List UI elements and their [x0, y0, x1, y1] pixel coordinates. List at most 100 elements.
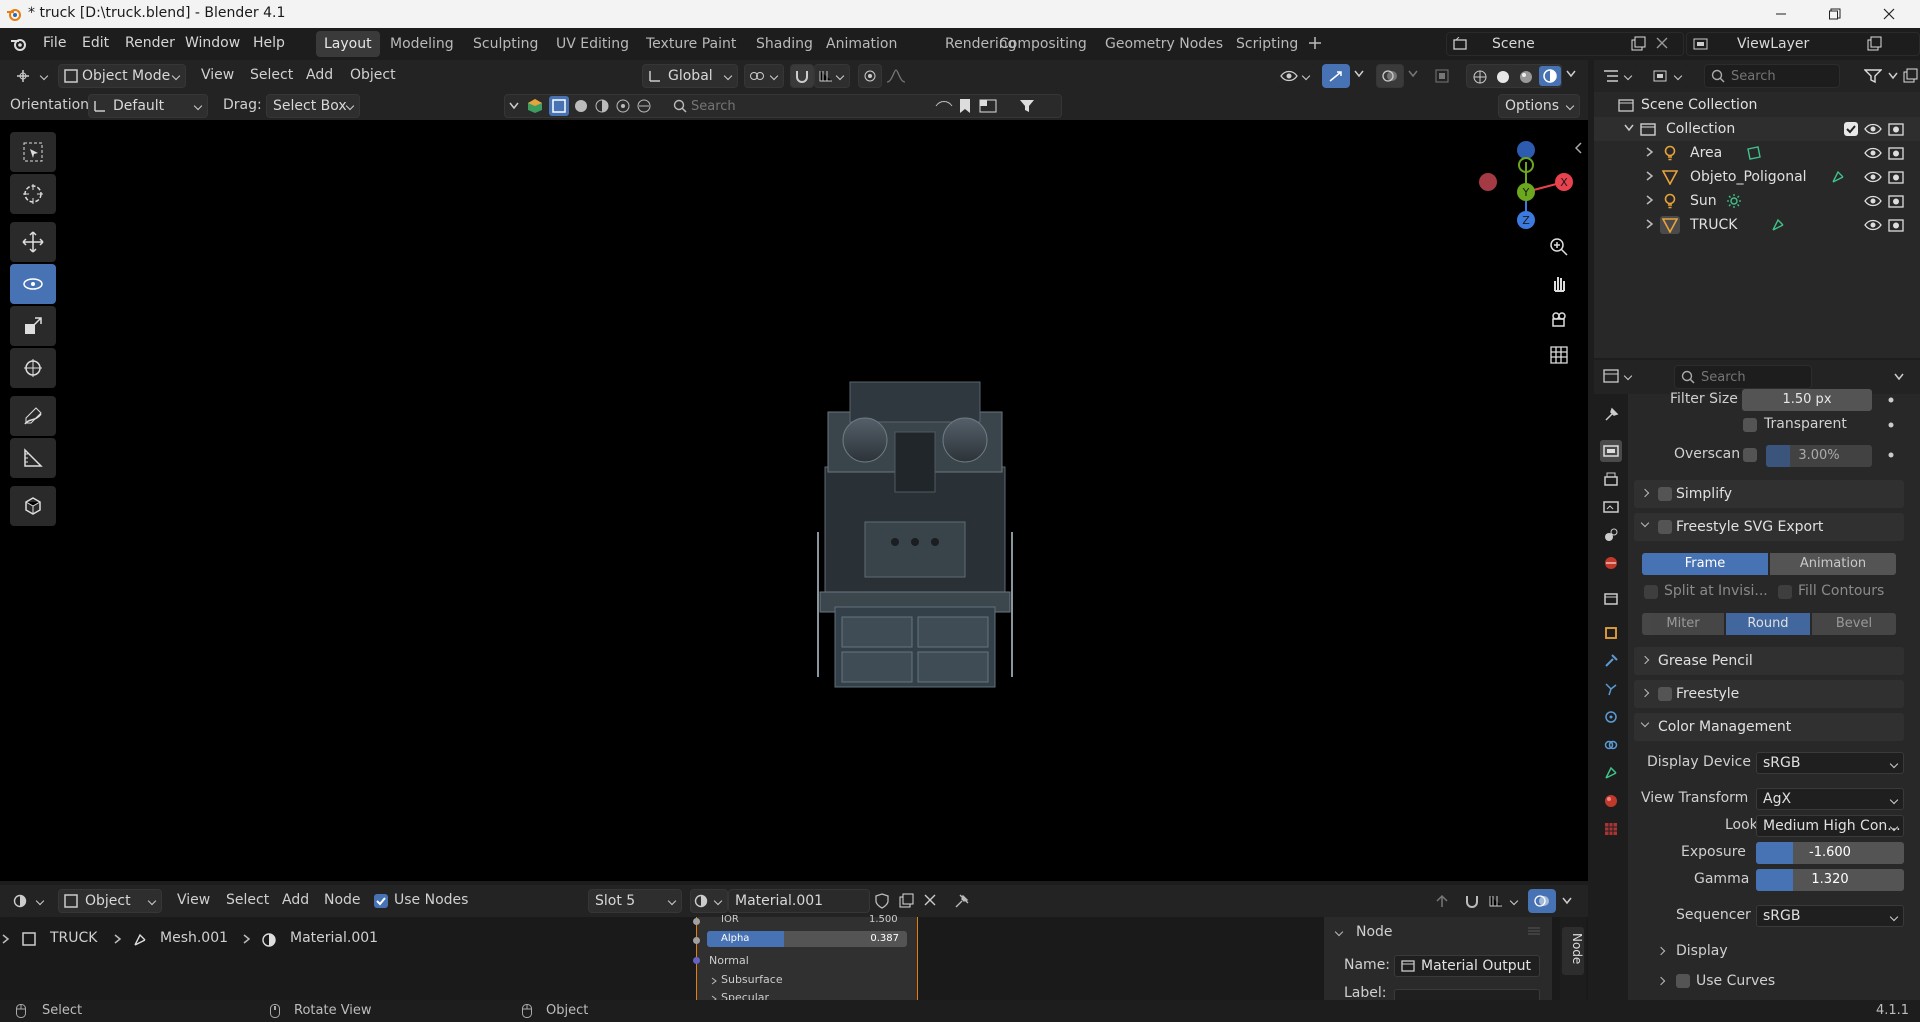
- cursor-tool[interactable]: [10, 174, 56, 214]
- close-window-button[interactable]: [1862, 0, 1916, 28]
- outliner-item-area[interactable]: Area: [1594, 141, 1920, 165]
- mesh-data-icon[interactable]: [1770, 217, 1786, 233]
- render-tab-icon[interactable]: [1600, 440, 1622, 462]
- properties-options-chevron-icon[interactable]: [1894, 373, 1904, 381]
- data-tab-icon[interactable]: [1600, 762, 1622, 784]
- filter-toggle-icon[interactable]: [935, 99, 953, 113]
- expand-chevron-icon[interactable]: [1646, 147, 1654, 157]
- breadcrumb-object[interactable]: TRUCK: [50, 930, 97, 946]
- expand-chevron-icon[interactable]: [1646, 195, 1654, 205]
- outliner-filter-icon[interactable]: [1864, 68, 1882, 84]
- blender-menu-icon[interactable]: [10, 36, 28, 52]
- properties-editor-type[interactable]: [1598, 364, 1638, 388]
- overscan-checkbox[interactable]: [1743, 448, 1757, 462]
- area-light-data-icon[interactable]: [1746, 145, 1762, 161]
- shading-sphere-2-icon[interactable]: [594, 98, 610, 114]
- shading-sphere-4-icon[interactable]: [636, 98, 652, 114]
- gamma-slider[interactable]: 1.320: [1756, 869, 1904, 891]
- view-layer-tab-icon[interactable]: [1600, 496, 1622, 518]
- ior-socket[interactable]: [693, 918, 700, 925]
- sun-light-data-icon[interactable]: [1726, 193, 1742, 209]
- menu-help[interactable]: Help: [253, 35, 285, 51]
- node-name-field[interactable]: Material Output: [1394, 955, 1540, 977]
- visibility-eye-icon[interactable]: [1864, 147, 1882, 159]
- pan-hand-icon[interactable]: [1544, 268, 1574, 298]
- wireframe-shading-icon[interactable]: [1472, 69, 1488, 85]
- rotate-tool[interactable]: [10, 264, 56, 304]
- object-mode-dropdown[interactable]: Object Mode: [58, 64, 186, 88]
- use-nodes-checkbox[interactable]: [374, 894, 388, 908]
- properties-search[interactable]: [1674, 365, 1812, 389]
- texture-tab-icon[interactable]: [1600, 818, 1622, 840]
- show-overlays-toggle[interactable]: [1376, 64, 1404, 88]
- viewport-menu-view[interactable]: View: [201, 67, 234, 83]
- material-browse-button[interactable]: [690, 889, 728, 913]
- new-scene-icon[interactable]: [1630, 36, 1646, 52]
- shading-sphere-1-icon[interactable]: [573, 98, 589, 114]
- filter-chevron-icon[interactable]: [509, 102, 519, 110]
- menu-file[interactable]: File: [43, 35, 66, 51]
- miter-toggle[interactable]: Miter: [1642, 613, 1724, 635]
- node-menu-select[interactable]: Select: [226, 892, 269, 908]
- funnel-filter-icon[interactable]: [1019, 98, 1035, 114]
- animation-toggle[interactable]: Animation: [1770, 553, 1896, 575]
- alpha-socket[interactable]: [693, 937, 700, 944]
- tab-animation[interactable]: Animation: [818, 31, 905, 57]
- constraints-tab-icon[interactable]: [1600, 734, 1622, 756]
- measure-tool[interactable]: [10, 438, 56, 478]
- subsurface-label[interactable]: Subsurface: [721, 973, 783, 986]
- scene-collection-row[interactable]: Scene Collection: [1594, 93, 1920, 117]
- tab-modeling[interactable]: Modeling: [382, 31, 462, 57]
- node-snap-icon[interactable]: [1464, 893, 1480, 909]
- menu-render[interactable]: Render: [125, 35, 175, 51]
- overlays-dropdown-icon[interactable]: [1408, 70, 1418, 78]
- solid-shading-icon[interactable]: [1495, 69, 1511, 85]
- move-tool[interactable]: [10, 222, 56, 262]
- physics-tab-icon[interactable]: [1600, 706, 1622, 728]
- object-tab-icon[interactable]: [1600, 622, 1622, 644]
- render-camera-icon[interactable]: [1888, 217, 1904, 233]
- shader-type-dropdown[interactable]: Object: [58, 889, 162, 913]
- world-tab-icon[interactable]: [1600, 552, 1622, 574]
- xray-toggle-icon[interactable]: [1434, 68, 1450, 84]
- tab-shading[interactable]: Shading: [748, 31, 821, 57]
- alpha-slider[interactable]: Alpha 0.387: [707, 931, 907, 947]
- use-curves-subpanel[interactable]: Use Curves: [1656, 970, 1904, 994]
- render-camera-icon[interactable]: [1888, 193, 1904, 209]
- exposure-slider[interactable]: -1.600: [1756, 842, 1904, 864]
- grease-pencil-section[interactable]: Grease Pencil: [1634, 647, 1904, 675]
- outliner-item-truck[interactable]: TRUCK: [1594, 213, 1920, 237]
- filter-search-input[interactable]: [691, 97, 931, 115]
- falloff-icon[interactable]: [886, 69, 906, 83]
- slot-dropdown[interactable]: Slot 5: [588, 889, 682, 913]
- new-view-layer-icon[interactable]: [1866, 36, 1882, 52]
- tab-scripting[interactable]: Scripting: [1228, 31, 1306, 57]
- camera-view-icon[interactable]: [1544, 304, 1574, 334]
- visibility-eye-icon[interactable]: [1864, 195, 1882, 207]
- minimize-button[interactable]: [1754, 0, 1808, 28]
- frame-toggle[interactable]: Frame: [1642, 553, 1768, 575]
- transform-orientation-dropdown[interactable]: Global: [642, 64, 738, 88]
- parent-node-tree-icon[interactable]: [1434, 893, 1450, 909]
- outliner-search[interactable]: [1704, 64, 1840, 88]
- keyframe-dot-icon[interactable]: [1888, 422, 1894, 428]
- mesh-data-icon[interactable]: [1830, 169, 1846, 185]
- bevel-toggle[interactable]: Bevel: [1812, 613, 1896, 635]
- pin-icon[interactable]: [954, 893, 970, 909]
- outliner-item-sun[interactable]: Sun: [1594, 189, 1920, 213]
- node-menu-view[interactable]: View: [177, 892, 210, 908]
- output-tab-icon[interactable]: [1600, 468, 1622, 490]
- material-tab-icon[interactable]: [1600, 790, 1622, 812]
- material-shading-icon[interactable]: [1518, 69, 1534, 85]
- overscan-field[interactable]: 3.00%: [1766, 445, 1872, 467]
- breadcrumb-material[interactable]: Material.001: [290, 930, 378, 946]
- color-management-section[interactable]: Color Management: [1634, 713, 1904, 741]
- outliner-filter-dropdown-icon[interactable]: [1888, 72, 1898, 80]
- visibility-eye-icon[interactable]: [1864, 171, 1882, 183]
- scene-tab-icon[interactable]: [1600, 524, 1622, 546]
- sequencer-dropdown[interactable]: sRGB: [1756, 905, 1904, 927]
- pivot-point-dropdown[interactable]: [744, 64, 784, 88]
- node-overlays-dropdown-icon[interactable]: [1562, 897, 1572, 905]
- perspective-grid-icon[interactable]: [1544, 340, 1574, 370]
- node-snap-target-dropdown[interactable]: [1484, 889, 1524, 913]
